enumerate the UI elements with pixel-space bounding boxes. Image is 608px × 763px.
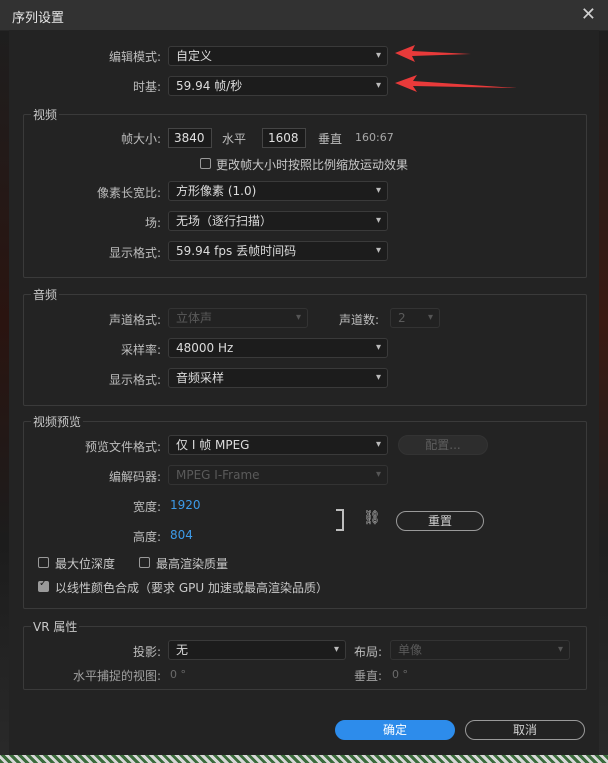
sample-rate-select[interactable]: 48000 Hz ▾ [168, 338, 388, 358]
chevron-down-icon: ▾ [295, 312, 301, 323]
chevron-down-icon: ▾ [375, 50, 381, 61]
background-right [599, 28, 608, 763]
configure-button[interactable]: 配置... [398, 435, 488, 455]
horizontal-label: 水平 [222, 132, 247, 146]
frame-width-input[interactable]: 3840 [168, 128, 212, 148]
frame-height-input[interactable]: 1608 [262, 128, 306, 148]
layout-value: 单像 [398, 643, 423, 657]
linear-color-checkbox[interactable] [38, 578, 49, 592]
frame-size-label: 帧大小: [120, 132, 161, 146]
preview-width-label: 宽度: [132, 500, 161, 514]
preview-width-value[interactable]: 1920 [170, 498, 201, 512]
sample-rate-value: 48000 Hz [176, 341, 234, 355]
fields-select[interactable]: 无场（逐行扫描） ▾ [168, 211, 388, 231]
max-bit-depth-label: 最大位深度 [55, 557, 116, 571]
chevron-down-icon: ▾ [375, 80, 381, 91]
dimension-link-bracket [336, 509, 344, 531]
pixel-aspect-value: 方形像素 (1.0) [176, 184, 257, 198]
aspect-ratio-value: 160:67 [355, 131, 394, 144]
channel-format-select[interactable]: 立体声 ▾ [168, 308, 308, 328]
chevron-down-icon: ▾ [375, 439, 381, 450]
vertical-view-value[interactable]: 0 ° [392, 668, 408, 681]
preview-file-format-select[interactable]: 仅 I 帧 MPEG ▾ [168, 435, 388, 455]
chevron-down-icon: ▾ [375, 469, 381, 480]
sample-rate-label: 采样率: [120, 343, 161, 357]
chevron-down-icon: ▾ [375, 185, 381, 196]
preview-file-format-label: 预览文件格式: [84, 440, 161, 454]
codec-select[interactable]: MPEG I-Frame ▾ [168, 465, 388, 485]
layout-label: 布局: [354, 645, 383, 659]
max-render-quality-checkbox[interactable] [139, 557, 150, 568]
close-icon[interactable]: ✕ [581, 4, 596, 25]
vertical-view-label: 垂直: [354, 669, 383, 683]
max-bit-depth-checkbox[interactable] [38, 557, 49, 568]
h-capture-view-value[interactable]: 0 ° [170, 668, 186, 681]
codec-label: 编解码器: [108, 470, 161, 484]
fields-value: 无场（逐行扫描） [176, 214, 273, 228]
channels-select[interactable]: 2 ▾ [390, 308, 440, 328]
dialog-title: 序列设置 [12, 11, 65, 26]
link-icon[interactable]: ⛓ [363, 510, 381, 526]
vr-section-title: VR 属性 [31, 618, 80, 635]
chevron-down-icon: ▾ [375, 215, 381, 226]
timebase-label: 时基: [132, 80, 161, 94]
video-preview-section-title: 视频预览 [31, 413, 84, 430]
scale-motion-checkbox[interactable] [200, 158, 211, 169]
vertical-label: 垂直 [318, 132, 343, 146]
edit-mode-label: 编辑模式: [108, 50, 161, 64]
edit-mode-value: 自定义 [176, 49, 213, 63]
channels-label: 声道数: [339, 313, 380, 327]
preview-file-format-value: 仅 I 帧 MPEG [176, 438, 250, 452]
chevron-down-icon: ▾ [375, 245, 381, 256]
layout-select[interactable]: 单像 ▾ [390, 640, 570, 660]
channels-value: 2 [398, 311, 406, 325]
annotation-arrow-1 [395, 45, 471, 62]
cancel-button[interactable]: 取消 [465, 720, 585, 740]
timebase-select[interactable]: 59.94 帧/秒 ▾ [168, 76, 388, 96]
video-display-format-value: 59.94 fps 丢帧时间码 [176, 244, 297, 258]
pixel-aspect-select[interactable]: 方形像素 (1.0) ▾ [168, 181, 388, 201]
channel-format-value: 立体声 [176, 311, 213, 325]
reset-button[interactable]: 重置 [396, 511, 484, 531]
chevron-down-icon: ▾ [333, 644, 339, 655]
ok-button[interactable]: 确定 [335, 720, 455, 740]
audio-section-title: 音频 [31, 286, 60, 303]
sequence-settings-dialog: 编辑模式: 自定义 ▾ 时基: 59.94 帧/秒 ▾ 视频 帧大小: 3840… [9, 30, 599, 755]
projection-select[interactable]: 无 ▾ [168, 640, 346, 660]
audio-display-format-value: 音频采样 [176, 371, 225, 385]
channel-format-label: 声道格式: [108, 313, 161, 327]
codec-value: MPEG I-Frame [176, 468, 260, 482]
audio-display-format-select[interactable]: 音频采样 ▾ [168, 368, 388, 388]
audio-display-format-label: 显示格式: [108, 373, 161, 387]
title-bar: 序列设置 ✕ [0, 0, 608, 31]
timebase-value: 59.94 帧/秒 [176, 79, 243, 93]
chevron-down-icon: ▾ [557, 644, 563, 655]
h-capture-view-label: 水平捕捉的视图: [72, 669, 161, 683]
video-display-format-select[interactable]: 59.94 fps 丢帧时间码 ▾ [168, 241, 388, 261]
edit-mode-select[interactable]: 自定义 ▾ [168, 46, 388, 66]
background-bottom [0, 755, 608, 763]
annotation-arrow-2 [395, 75, 517, 92]
video-section-title: 视频 [31, 106, 60, 123]
chevron-down-icon: ▾ [375, 372, 381, 383]
projection-value: 无 [176, 643, 189, 657]
chevron-down-icon: ▾ [375, 342, 381, 353]
video-display-format-label: 显示格式: [108, 246, 161, 260]
preview-height-label: 高度: [132, 530, 161, 544]
max-render-quality-label: 最高渲染质量 [156, 557, 229, 571]
linear-color-label: 以线性颜色合成（要求 GPU 加速或最高渲染品质） [55, 581, 328, 595]
chevron-down-icon: ▾ [427, 312, 433, 323]
preview-height-value[interactable]: 804 [170, 528, 193, 542]
projection-label: 投影: [132, 645, 161, 659]
pixel-aspect-label: 像素长宽比: [96, 186, 161, 200]
scale-motion-label: 更改帧大小时按照比例缩放运动效果 [216, 158, 409, 172]
fields-label: 场: [144, 216, 161, 230]
background-left [0, 28, 9, 763]
